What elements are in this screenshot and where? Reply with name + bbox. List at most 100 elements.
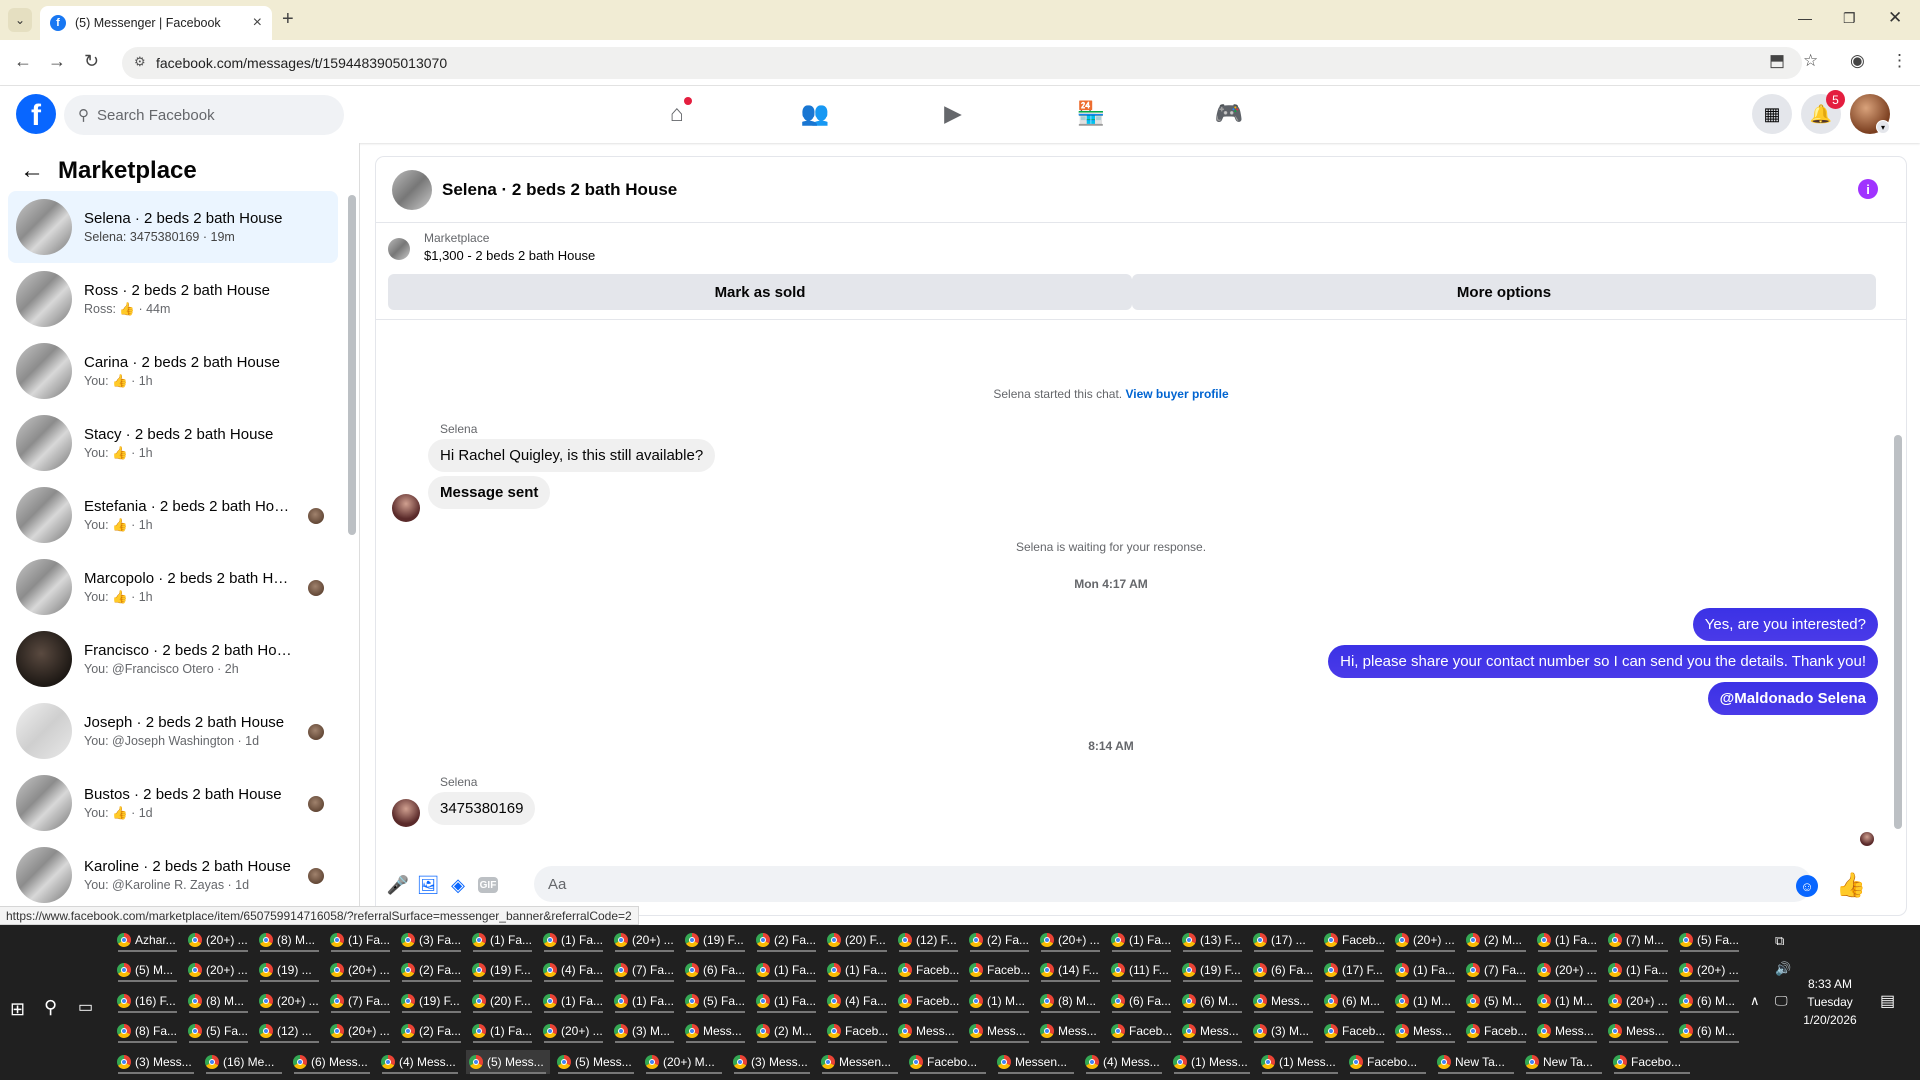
taskbar-window-button[interactable]: (7) Fa... [611,958,678,982]
like-thumb-icon[interactable]: 👍 [1836,871,1866,900]
taskbar-window-button[interactable]: (20+) ... [1392,928,1459,952]
taskbar-window-button[interactable]: (3) Fa... [398,928,465,952]
menu-grid-icon[interactable]: ▦ [1752,94,1792,134]
taskbar-window-button[interactable]: (6) M... [1321,989,1388,1013]
taskbar-window-button[interactable]: (19) ... [256,958,323,982]
taskbar-window-button[interactable]: (17) F... [1321,958,1388,982]
marketplace-banner[interactable]: Marketplace $1,300 - 2 beds 2 bath House [388,231,1894,267]
address-bar[interactable]: ⚙ facebook.com/messages/t/15944839050130… [122,47,1802,79]
taskbar-window-button[interactable]: Messen... [818,1050,902,1074]
mark-as-sold-button[interactable]: Mark as sold [388,274,1132,310]
incoming-message[interactable]: Message sent [428,476,551,509]
back-button[interactable]: ← [14,51,32,72]
back-arrow-icon[interactable]: ← [20,157,44,185]
taskbar-window-button[interactable]: (20) F... [824,928,891,952]
taskbar-window-button[interactable]: (6) M... [1676,1019,1743,1043]
taskbar-window-button[interactable]: (20+) ... [1037,928,1104,952]
notification-center-icon[interactable]: ▤ [1880,991,1895,1011]
taskbar-window-button[interactable]: (20+) ... [185,928,252,952]
taskbar-window-button[interactable]: (1) Fa... [1108,928,1175,952]
account-caret-icon[interactable]: ▾ [1876,120,1890,134]
message-input[interactable] [534,866,1812,902]
taskbar-window-button[interactable]: (3) Mess... [114,1050,198,1074]
taskbar-window-button[interactable]: (2) Fa... [753,928,820,952]
taskbar-window-button[interactable]: (3) Mess... [730,1050,814,1074]
install-app-icon[interactable]: ⬒ [1769,51,1785,71]
taskbar-window-button[interactable]: (4) Fa... [540,958,607,982]
profile-icon[interactable]: ◉ [1850,51,1865,71]
taskbar-window-button[interactable]: (19) F... [682,928,749,952]
conversation-item[interactable]: Ross · 2 beds 2 bath House Ross: 👍 · 44m [8,263,338,335]
taskbar-window-button[interactable]: Faceb... [824,1019,891,1043]
bookmark-star-icon[interactable]: ☆ [1803,51,1818,71]
volume-icon[interactable]: 🔊 [1775,961,1791,977]
taskbar-window-button[interactable]: (5) M... [1463,989,1530,1013]
taskbar-window-button[interactable]: (5) M... [114,958,181,982]
conversation-item[interactable]: Stacy · 2 beds 2 bath House You: 👍 · 1h [8,407,338,479]
taskbar-window-button[interactable]: (16) F... [114,989,181,1013]
taskbar-window-button[interactable]: (5) Fa... [185,1019,252,1043]
taskbar-window-button[interactable]: (20+) ... [540,1019,607,1043]
conversation-item[interactable]: Karoline · 2 beds 2 bath House You: @Karo… [8,839,338,911]
incoming-message[interactable]: 3475380169 [428,792,536,825]
outgoing-message[interactable]: Yes, are you interested? [1692,608,1878,641]
taskbar-window-button[interactable]: (20+) ... [327,958,394,982]
chat-title[interactable]: Selena · 2 beds 2 bath House [442,180,677,200]
taskbar-window-button[interactable]: (16) Me... [202,1050,286,1074]
taskbar-window-button[interactable]: (6) Fa... [1108,989,1175,1013]
taskbar-window-button[interactable]: (1) Fa... [611,989,678,1013]
taskbar-window-button[interactable]: Azhar... [114,928,181,952]
taskbar-window-button[interactable]: Mess... [682,1019,749,1043]
taskbar-clock[interactable]: 8:33 AM Tuesday 1/20/2026 [1800,975,1860,1029]
new-tab-button[interactable]: + [282,8,294,31]
forward-button[interactable]: → [48,51,66,72]
tab-search-button[interactable]: ⌄ [8,8,32,32]
taskbar-window-button[interactable]: Faceb... [1108,1019,1175,1043]
conversation-item[interactable]: Estefania · 2 beds 2 bath House You: 👍 · … [8,479,338,551]
taskbar-window-button[interactable]: (6) M... [1179,989,1246,1013]
conversation-item[interactable]: Joseph · 2 beds 2 bath House You: @Joseph… [8,695,338,767]
taskbar-window-button[interactable]: (1) M... [966,989,1033,1013]
chat-listing-avatar[interactable] [392,169,432,210]
more-options-button[interactable]: More options [1132,274,1876,310]
taskbar-window-button[interactable]: (3) M... [1250,1019,1317,1043]
windows-start-icon[interactable]: ⊞ [10,999,25,1020]
taskbar-window-button[interactable]: Mess... [1534,1019,1601,1043]
taskbar-window-button[interactable]: (3) M... [611,1019,678,1043]
taskbar-window-button[interactable]: (1) Fa... [1392,958,1459,982]
taskbar-window-button[interactable]: (2) M... [1463,928,1530,952]
network-icon[interactable]: 🖵 [1775,993,1788,1009]
taskbar-window-button[interactable]: (1) Fa... [540,989,607,1013]
taskbar-window-button[interactable]: (20+) ... [327,1019,394,1043]
taskbar-window-button[interactable]: (1) Fa... [753,989,820,1013]
taskbar-window-button[interactable]: (1) Mess... [1258,1050,1342,1074]
taskbar-search-icon[interactable]: ⚲ [44,997,57,1018]
reload-button[interactable]: ↻ [84,51,99,72]
taskbar-window-button[interactable]: New Ta... [1434,1050,1518,1074]
browser-tab-active[interactable]: f (5) Messenger | Facebook × [40,6,272,40]
taskbar-window-button[interactable]: (6) Fa... [682,958,749,982]
sender-avatar[interactable] [392,799,420,827]
taskbar-window-button[interactable]: (20+) ... [256,989,323,1013]
panel-scrollbar[interactable] [348,195,356,535]
info-icon[interactable]: i [1858,179,1878,199]
sticker-icon[interactable]: ◈ [446,873,470,897]
site-info-icon[interactable]: ⚙ [134,54,146,70]
close-window-button[interactable]: ✕ [1888,8,1902,28]
taskbar-window-button[interactable]: Faceb... [1321,928,1388,952]
taskbar-window-button[interactable]: (20+) M... [642,1050,726,1074]
gaming-icon[interactable]: 🎮 [1214,100,1244,130]
minimize-button[interactable]: — [1798,10,1812,26]
restore-button[interactable]: ❐ [1843,10,1856,27]
taskbar-window-button[interactable]: (1) Fa... [824,958,891,982]
taskbar-window-button[interactable]: (17) ... [1250,928,1317,952]
taskbar-window-button[interactable]: (1) Fa... [1605,958,1672,982]
taskbar-window-button[interactable]: (1) M... [1392,989,1459,1013]
taskbar-window-button[interactable]: (20+) ... [185,958,252,982]
taskbar-window-button[interactable]: (7) Fa... [1463,958,1530,982]
taskbar-window-button[interactable]: (6) M... [1676,989,1743,1013]
taskbar-window-button[interactable]: Mess... [966,1019,1033,1043]
marketplace-icon[interactable]: 🏪 [1076,100,1106,130]
taskbar-window-button[interactable]: (20+) ... [611,928,678,952]
facebook-logo-icon[interactable]: f [16,94,56,134]
